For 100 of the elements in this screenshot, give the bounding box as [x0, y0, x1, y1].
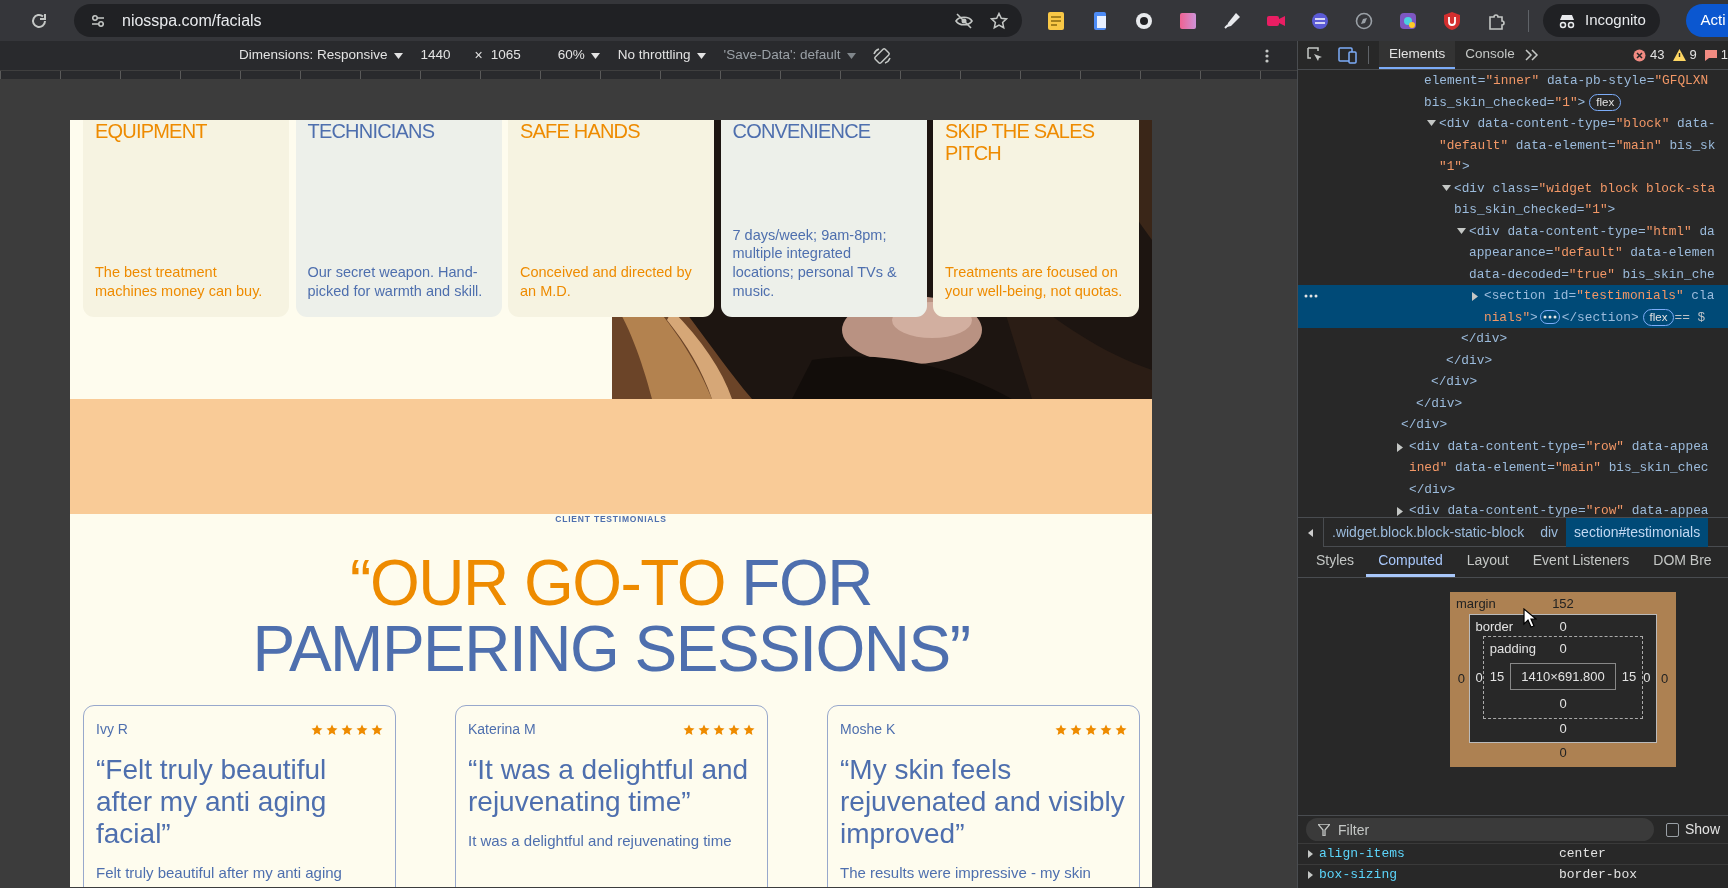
- compass-icon[interactable]: [1354, 10, 1374, 31]
- code-line[interactable]: ined" data-element="main" bis_skin_chec: [1409, 460, 1709, 475]
- box-label: border: [1475, 617, 1514, 636]
- scroll-left-button[interactable]: [1298, 517, 1324, 547]
- box-value: 0: [1475, 668, 1483, 687]
- code-line[interactable]: element="inner" data-pb-style="GFQLXN: [1424, 73, 1709, 88]
- dimensions-dropdown[interactable]: Dimensions: Responsive: [239, 45, 403, 66]
- code-line[interactable]: <div data-content-type="row" data-appea: [1409, 503, 1709, 517]
- card-text: The best treatment machines money can buy.: [95, 263, 264, 301]
- box-value: 0: [1457, 669, 1465, 688]
- breadcrumb[interactable]: section#testimonials: [1566, 517, 1709, 547]
- code-line[interactable]: <div data-content-type="html" da: [1469, 223, 1715, 239]
- panel-tab[interactable]: Styles: [1304, 547, 1367, 577]
- code-line[interactable]: nials">: [1484, 309, 1538, 325]
- error-icon[interactable]: [1633, 48, 1647, 62]
- star-icon: [311, 723, 323, 736]
- issue-count: 1: [1720, 46, 1728, 65]
- expanded-arrow-icon[interactable]: [1427, 120, 1436, 129]
- review-text: Felt truly beautiful after my anti aging: [96, 863, 343, 883]
- code-line[interactable]: bis_skin_checked="1">: [1424, 94, 1586, 110]
- caret-icon: [696, 52, 706, 59]
- collapsed-arrow-icon[interactable]: [1397, 442, 1406, 452]
- collapsed-arrow-icon[interactable]: [1472, 292, 1481, 301]
- code-line[interactable]: bis_skin_checked="1">: [1454, 202, 1616, 217]
- devtools-tab[interactable]: Elements: [1379, 41, 1456, 69]
- checkbox-label: Show: [1684, 820, 1720, 839]
- code-line[interactable]: data-decoded="true" bis_skin_che: [1469, 266, 1715, 282]
- star-icon: [356, 723, 368, 736]
- code-line[interactable]: appearance="default" data-elemen: [1469, 245, 1715, 260]
- code-line[interactable]: <div data-content-type="row" data-appea: [1409, 438, 1709, 454]
- incognito-icon: [1557, 12, 1577, 29]
- more-tabs-icon[interactable]: [1524, 49, 1539, 61]
- cursor-icon: [1523, 608, 1537, 628]
- note-icon[interactable]: [1046, 10, 1066, 31]
- issue-icon[interactable]: [1704, 49, 1717, 61]
- panel-tab[interactable]: Event Listeners: [1520, 547, 1642, 577]
- code-line[interactable]: </div>: [1431, 374, 1478, 389]
- error-count: 43: [1650, 46, 1665, 65]
- panel-tab[interactable]: Computed: [1366, 547, 1455, 577]
- card-text: Conceived and directed by an M.D.: [520, 263, 693, 301]
- gradient-square-icon[interactable]: [1178, 10, 1198, 31]
- more-icon[interactable]: [1304, 294, 1318, 298]
- expanded-arrow-icon[interactable]: [1442, 184, 1451, 194]
- property-name: box-sizing: [1319, 866, 1398, 885]
- record-icon[interactable]: [1134, 10, 1154, 31]
- star-icon: [371, 723, 383, 736]
- star-icon: [683, 723, 695, 736]
- device-icon[interactable]: [1338, 46, 1358, 64]
- url-text: niosspa.com/facials: [122, 10, 263, 31]
- card-text: Our secret weapon. Hand-picked for warmth and skill.: [307, 263, 484, 301]
- height-field[interactable]: 1065: [490, 45, 531, 66]
- menu-icon[interactable]: [1265, 48, 1269, 63]
- code-line[interactable]: </div>: [1401, 417, 1448, 432]
- code-line[interactable]: </div>: [1416, 395, 1463, 411]
- incognito-button[interactable]: Incognito: [1543, 4, 1660, 37]
- warning-icon[interactable]: [1672, 49, 1686, 61]
- code-line[interactable]: "1">: [1439, 159, 1470, 174]
- box-value: 0: [1559, 719, 1567, 738]
- review-title: “It was a delightful and rejuvenating time”: [468, 754, 750, 818]
- expand-arrow-icon[interactable]: [1308, 871, 1313, 879]
- zoom-dropdown[interactable]: 60%: [557, 45, 600, 66]
- box-label: margin: [1456, 595, 1496, 613]
- eye-slash-icon[interactable]: [954, 11, 974, 30]
- code-line[interactable]: </section>: [1561, 309, 1639, 325]
- checkbox[interactable]: [1666, 822, 1679, 837]
- review-text: It was a delightful and rejuvenating time: [468, 831, 733, 851]
- expand-arrow-icon[interactable]: [1308, 850, 1313, 858]
- panel-tab[interactable]: Layout: [1454, 547, 1521, 577]
- code-line[interactable]: </div>: [1409, 481, 1456, 497]
- tune-icon[interactable]: [90, 12, 106, 29]
- card-title: CONVENIENCE: [732, 120, 872, 142]
- code-line[interactable]: </div>: [1461, 331, 1508, 346]
- devtools-tab[interactable]: Console: [1455, 41, 1525, 69]
- caret-icon: [590, 52, 600, 59]
- code-line[interactable]: </div>: [1446, 352, 1493, 368]
- collapsed-arrow-icon[interactable]: [1397, 507, 1406, 516]
- width-field[interactable]: 1440: [420, 45, 461, 66]
- shield-icon[interactable]: [1442, 10, 1462, 31]
- star-icon[interactable]: [990, 11, 1008, 30]
- rotate-icon[interactable]: [871, 45, 892, 66]
- breadcrumb[interactable]: .widget.block.block-static-block: [1324, 517, 1533, 547]
- address-bar[interactable]: niosspa.com/facials: [74, 4, 1022, 37]
- expanded-arrow-icon[interactable]: [1457, 227, 1466, 237]
- code-line[interactable]: == $: [1674, 309, 1706, 325]
- box-value: 15: [1621, 667, 1637, 686]
- action-button[interactable]: Acti: [1686, 4, 1728, 37]
- star-icon: [1115, 723, 1127, 736]
- code-line[interactable]: <div data-content-type="block" data-: [1439, 116, 1716, 131]
- review-title: “My skin feels rejuvenated and visibly improved”: [840, 754, 1126, 850]
- throttling-dropdown[interactable]: No throttling: [617, 45, 706, 66]
- times-sign: ×: [474, 46, 483, 65]
- reload-icon[interactable]: [30, 11, 48, 30]
- filter-field[interactable]: Filter: [1306, 818, 1654, 841]
- caret-icon: [846, 52, 856, 59]
- code-line[interactable]: <div class="widget block block-sta: [1454, 180, 1716, 196]
- breadcrumb[interactable]: div: [1532, 517, 1567, 547]
- panel-tab[interactable]: DOM Bre: [1641, 547, 1724, 577]
- dropper-icon[interactable]: [1222, 10, 1242, 31]
- code-line[interactable]: "default" data-element="main" bis_sk: [1439, 137, 1716, 153]
- section-eyebrow: CLIENT TESTIMONIALS: [554, 514, 668, 524]
